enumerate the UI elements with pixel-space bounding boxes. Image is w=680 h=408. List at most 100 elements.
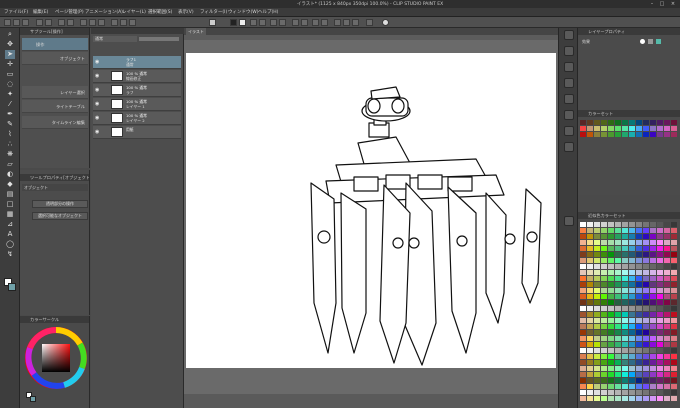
eye-icon[interactable]: ◉ [95, 101, 101, 107]
color-swatch[interactable] [657, 222, 663, 227]
color-swatch[interactable] [664, 330, 670, 335]
color-swatch[interactable] [580, 240, 586, 245]
color-swatch[interactable] [594, 396, 600, 401]
color-swatch[interactable] [657, 354, 663, 359]
color-swatch[interactable] [643, 222, 649, 227]
color-swatch[interactable] [587, 390, 593, 395]
color-swatch[interactable] [643, 126, 649, 131]
subtool-item-light-table[interactable]: ライトテーブル [22, 100, 88, 113]
move-icon[interactable]: ✥ [5, 40, 15, 49]
color-swatch[interactable] [636, 378, 642, 383]
color-swatch[interactable] [629, 282, 635, 287]
color-swatch[interactable] [643, 300, 649, 305]
color-swatch[interactable] [587, 306, 593, 311]
color-swatch[interactable] [580, 360, 586, 365]
color-swatch[interactable] [629, 366, 635, 371]
color-swatch[interactable] [671, 300, 677, 305]
eraser-icon[interactable]: ▱ [5, 160, 15, 169]
color-swatch[interactable] [643, 312, 649, 317]
snap-ruler-icon[interactable] [111, 19, 118, 26]
tool-op3-icon[interactable] [312, 19, 319, 26]
color-swatch[interactable] [650, 264, 656, 269]
color-swatch[interactable] [601, 234, 607, 239]
color-swatch[interactable] [580, 228, 586, 233]
subtool-item-timeline[interactable]: タイムライン編集 [22, 116, 88, 129]
color-slider-icon[interactable] [564, 110, 574, 120]
color-swatch[interactable] [657, 384, 663, 389]
color-swatch[interactable] [615, 246, 621, 251]
color-swatch[interactable] [594, 234, 600, 239]
color-swatch[interactable] [664, 312, 670, 317]
color-swatch[interactable] [636, 372, 642, 377]
color-swatch[interactable] [601, 228, 607, 233]
color-swatch[interactable] [671, 336, 677, 341]
color-swatch[interactable] [587, 354, 593, 359]
tool-op4-icon[interactable] [321, 19, 328, 26]
effect-square-icon[interactable] [648, 39, 653, 44]
menu-selection[interactable]: 選択範囲(S) [148, 9, 172, 15]
color-swatch[interactable] [608, 372, 614, 377]
color-swatch[interactable] [580, 252, 586, 257]
eye-icon[interactable]: ◉ [95, 87, 101, 93]
color-swatch[interactable] [587, 234, 593, 239]
color-swatch[interactable] [657, 390, 663, 395]
color-swatch[interactable] [622, 318, 628, 323]
color-swatch[interactable] [671, 282, 677, 287]
color-swatch[interactable] [643, 366, 649, 371]
deselect-icon[interactable] [80, 19, 87, 26]
color-swatch[interactable] [650, 330, 656, 335]
color-swatch[interactable] [671, 372, 677, 377]
color-swatch[interactable] [594, 360, 600, 365]
color-swatch[interactable] [664, 120, 670, 125]
color-swatch[interactable] [664, 294, 670, 299]
text-icon[interactable]: A [5, 230, 15, 239]
color-swatch[interactable] [636, 324, 642, 329]
color-swatch[interactable] [664, 276, 670, 281]
color-swatch[interactable] [594, 318, 600, 323]
subtool-item-object[interactable]: オブジェクト [22, 52, 88, 65]
color-swatch[interactable] [622, 246, 628, 251]
blend-icon[interactable]: ◐ [5, 170, 15, 179]
color-swatch[interactable] [594, 306, 600, 311]
color-swatch[interactable] [594, 258, 600, 263]
color-swatch[interactable] [629, 348, 635, 353]
color-swatch[interactable] [629, 342, 635, 347]
color-swatch[interactable] [650, 228, 656, 233]
color-swatch[interactable] [671, 228, 677, 233]
color-swatch[interactable] [650, 348, 656, 353]
color-swatch[interactable] [671, 306, 677, 311]
color-swatch[interactable] [587, 240, 593, 245]
color-swatch[interactable] [622, 132, 628, 137]
drawing-paper[interactable] [186, 53, 556, 368]
color-swatch[interactable] [580, 318, 586, 323]
layer-op2-icon[interactable] [259, 19, 266, 26]
camera-icon[interactable] [209, 19, 216, 26]
color-swatch[interactable] [615, 282, 621, 287]
color-swatch[interactable] [622, 258, 628, 263]
airbrush-icon[interactable]: ∴ [5, 140, 15, 149]
color-swatch[interactable] [636, 234, 642, 239]
color-swatch[interactable] [608, 384, 614, 389]
color-swatch[interactable] [587, 282, 593, 287]
color-swatch[interactable] [636, 264, 642, 269]
color-swatch[interactable] [629, 240, 635, 245]
color-swatch[interactable] [601, 342, 607, 347]
color-swatch[interactable] [657, 288, 663, 293]
color-swatch[interactable] [594, 264, 600, 269]
color-swatch[interactable] [615, 348, 621, 353]
color-swatch[interactable] [587, 330, 593, 335]
color-swatch[interactable] [636, 282, 642, 287]
sub-color-swatch[interactable] [8, 283, 16, 291]
color-swatch[interactable] [615, 252, 621, 257]
color-swatch[interactable] [643, 270, 649, 275]
color-swatch[interactable] [615, 384, 621, 389]
color-swatch[interactable] [594, 120, 600, 125]
color-swatch[interactable] [587, 384, 593, 389]
color-swatch[interactable] [601, 288, 607, 293]
color-swatch[interactable] [636, 222, 642, 227]
color-swatch[interactable] [629, 246, 635, 251]
color-swatch[interactable] [636, 240, 642, 245]
blend-mode-select[interactable]: 通常 [93, 36, 137, 42]
color-swatch[interactable] [671, 324, 677, 329]
color-swatch[interactable] [671, 354, 677, 359]
